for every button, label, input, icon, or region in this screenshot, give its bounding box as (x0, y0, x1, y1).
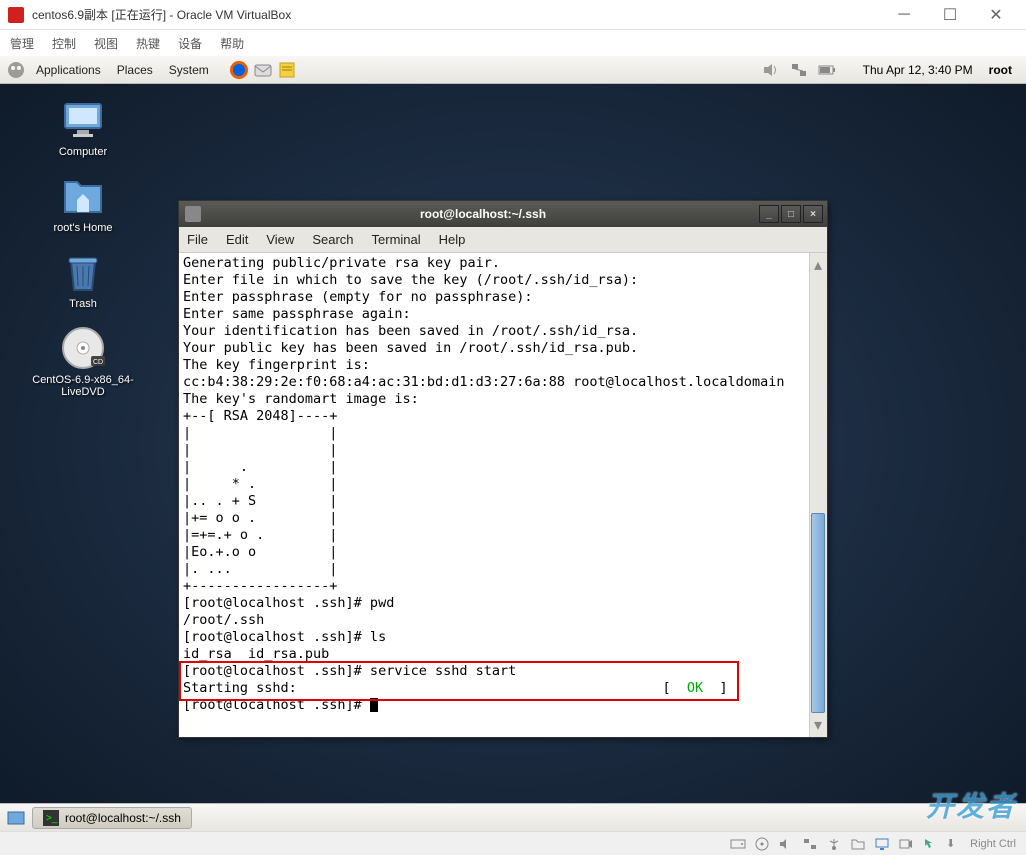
term-menu-view[interactable]: View (266, 232, 294, 247)
sound-icon[interactable] (761, 62, 781, 78)
watermark-text: 开发者 (926, 785, 1016, 825)
desktop-icon-dvd[interactable]: CD CentOS-6.9-x86_64-LiveDVD (18, 324, 148, 398)
icon-label: Trash (69, 298, 97, 310)
term-menu-terminal[interactable]: Terminal (372, 232, 421, 247)
close-button[interactable]: ✕ (982, 5, 1010, 25)
virtualbox-menubar: 管理 控制 视图 热键 设备 帮助 (0, 30, 1026, 56)
menu-system[interactable]: System (163, 61, 215, 79)
status-shared-icon[interactable] (850, 837, 866, 851)
virtualbox-statusbar: ⬇ Right Ctrl (0, 831, 1026, 855)
desktop-icon-trash[interactable]: Trash (18, 248, 148, 310)
status-keyboard-icon[interactable]: ⬇ (946, 837, 962, 851)
maximize-button[interactable]: ☐ (936, 5, 964, 25)
scroll-up-icon[interactable]: ▴ (814, 255, 822, 275)
svg-text:>_: >_ (46, 813, 58, 824)
status-cd-icon[interactable] (754, 837, 770, 851)
terminal-scrollbar[interactable]: ▴ ▾ (809, 253, 827, 737)
status-mouse-icon[interactable] (922, 837, 938, 851)
term-menu-edit[interactable]: Edit (226, 232, 248, 247)
gnome-top-panel: Applications Places System Thu Apr 12, 3… (0, 56, 1026, 84)
show-desktop-icon[interactable] (6, 808, 26, 828)
user-menu[interactable]: root (981, 63, 1020, 77)
terminal-minimize-button[interactable]: _ (759, 205, 779, 223)
mail-icon[interactable] (253, 60, 273, 80)
notes-icon[interactable] (277, 60, 297, 80)
virtualbox-icon (8, 7, 24, 23)
vb-menu-view[interactable]: 视图 (94, 35, 118, 52)
menu-applications[interactable]: Applications (30, 61, 107, 79)
virtualbox-titlebar: centos6.9副本 [正在运行] - Oracle VM VirtualBo… (0, 0, 1026, 30)
gnome-bottom-panel: >_ root@localhost:~/.ssh 开发者 (0, 803, 1026, 831)
terminal-title: root@localhost:~/.ssh (207, 207, 759, 221)
desktop-icon-home[interactable]: root's Home (18, 172, 148, 234)
firefox-icon[interactable] (229, 60, 249, 80)
terminal-body[interactable]: Generating public/private rsa key pair. … (179, 253, 827, 737)
desktop-icon-computer[interactable]: Computer (18, 96, 148, 158)
icon-label: Computer (59, 146, 107, 158)
vb-menu-help[interactable]: 帮助 (220, 35, 244, 52)
desktop-icons: Computer root's Home Trash CD CentOS-6.9… (18, 96, 148, 398)
vb-menu-devices[interactable]: 设备 (178, 35, 202, 52)
scroll-down-icon[interactable]: ▾ (814, 715, 822, 735)
taskbar-item-terminal[interactable]: >_ root@localhost:~/.ssh (32, 807, 192, 829)
icon-label: CentOS-6.9-x86_64-LiveDVD (18, 374, 148, 398)
terminal-window: root@localhost:~/.ssh _ □ × File Edit Vi… (178, 200, 828, 738)
menu-places[interactable]: Places (111, 61, 159, 79)
term-menu-file[interactable]: File (187, 232, 208, 247)
minimize-button[interactable]: ─ (890, 5, 918, 25)
guest-desktop: Applications Places System Thu Apr 12, 3… (0, 56, 1026, 831)
terminal-maximize-button[interactable]: □ (781, 205, 801, 223)
status-record-icon[interactable] (898, 837, 914, 851)
vb-menu-manage[interactable]: 管理 (10, 35, 34, 52)
status-hd-icon[interactable] (730, 837, 746, 851)
clock[interactable]: Thu Apr 12, 3:40 PM (863, 63, 973, 77)
status-audio-icon[interactable] (778, 837, 794, 851)
terminal-menubar: File Edit View Search Terminal Help (179, 227, 827, 253)
terminal-titlebar[interactable]: root@localhost:~/.ssh _ □ × (179, 201, 827, 227)
icon-label: root's Home (54, 222, 113, 234)
term-menu-search[interactable]: Search (312, 232, 353, 247)
terminal-close-button[interactable]: × (803, 205, 823, 223)
taskbar-item-label: root@localhost:~/.ssh (65, 811, 181, 825)
svg-text:CD: CD (93, 359, 103, 366)
terminal-output[interactable]: Generating public/private rsa key pair. … (179, 253, 827, 716)
term-menu-help[interactable]: Help (439, 232, 466, 247)
window-title: centos6.9副本 [正在运行] - Oracle VM VirtualBo… (32, 6, 890, 23)
status-display-icon[interactable] (874, 837, 890, 851)
status-usb-icon[interactable] (826, 837, 842, 851)
host-key-label: Right Ctrl (970, 838, 1016, 850)
scrollbar-thumb[interactable] (811, 513, 825, 713)
vb-menu-hotkeys[interactable]: 热键 (136, 35, 160, 52)
terminal-icon (185, 206, 201, 222)
battery-icon[interactable] (817, 62, 837, 78)
foot-icon[interactable] (6, 60, 26, 80)
status-net-icon[interactable] (802, 837, 818, 851)
network-icon[interactable] (789, 62, 809, 78)
vb-menu-control[interactable]: 控制 (52, 35, 76, 52)
